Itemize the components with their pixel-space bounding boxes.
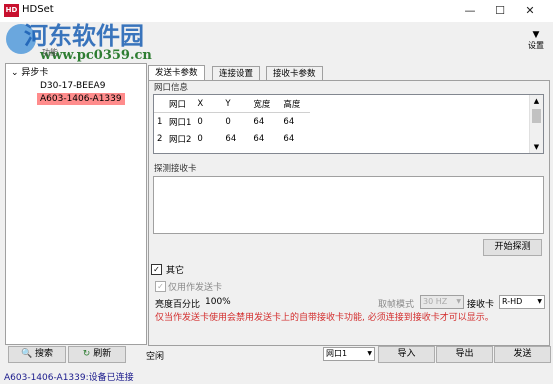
status-idle: 空闲 [146,352,165,362]
watermark-text: 河东软件园 [24,21,144,50]
refresh-button-label: 刷新 [93,349,112,359]
refresh-icon: ↻ [82,349,91,359]
tab-sender-params[interactable]: 发送卡参数 [148,65,205,81]
tab-connection-settings[interactable]: 连接设置 [212,66,261,81]
settings-button[interactable]: ▼ 设置 [522,30,550,51]
column-header: 宽度 [250,95,281,113]
chevron-down-icon: ▼ [367,350,372,357]
column-header: 网口 [166,95,195,113]
settings-label: 设置 [528,41,544,50]
close-button[interactable]: ✕ [515,0,545,22]
row-index: 1 [157,116,163,127]
brightness-value[interactable]: 100% [205,297,231,307]
scan-mode-value: 30 HZ [423,297,448,306]
tree-root[interactable]: ⌄ 异步卡 [11,67,48,79]
app-logo: HD [4,4,19,17]
other-checkbox[interactable]: ✓ [151,264,162,275]
port-select[interactable]: 网口1 ▼ [323,347,375,361]
only-send-checkbox[interactable]: ✓ [155,281,166,292]
warning-note: 仅当作发送卡使用会禁用发送卡上的自带接收卡功能, 必须连接到接收卡才可以显示。 [155,313,494,323]
import-button[interactable]: 导入 [378,346,435,363]
table-row[interactable]: 1 网口1 0 0 64 64 [154,113,310,131]
tab-receiver-params[interactable]: 接收卡参数 [266,66,323,81]
receiver-value: R-HD [502,297,523,306]
device-tree[interactable]: ⌄ 异步卡 D30-17-BEEA9 A603-1406-A1339 [5,63,147,345]
port-select-value: 网口1 [326,349,348,358]
scroll-up-icon[interactable]: ▲ [530,95,543,107]
refresh-button[interactable]: ↻ 刷新 [68,346,126,363]
scan-mode-select[interactable]: 30 HZ ▼ [420,295,464,309]
column-header: X [194,95,223,113]
column-header: 高度 [280,95,311,113]
scroll-down-icon[interactable]: ▼ [530,141,543,153]
window-title: HDSet [22,4,54,15]
search-button-label: 搜索 [35,349,54,359]
tree-item-device-1[interactable]: D30-17-BEEA9 [40,80,105,92]
row-index: 2 [157,133,163,144]
brightness-label: 亮度百分比 [155,300,201,310]
network-group-label: 网口信息 [154,83,189,93]
tree-root-label: 异步卡 [21,68,49,78]
table-cell[interactable]: 0 [194,130,222,147]
maximize-button[interactable]: ☐ [485,0,515,22]
send-button[interactable]: 发送 [494,346,551,363]
column-header: Y [222,95,251,113]
search-icon: 🔍 [20,349,33,359]
table-cell[interactable]: 0 [222,113,250,131]
export-button[interactable]: 导出 [436,346,493,363]
chevron-down-icon[interactable]: ⌄ [11,68,19,78]
search-button[interactable]: 🔍 搜索 [8,346,66,363]
only-send-label: 仅用作发送卡 [168,283,223,293]
scan-mode-label: 取帧模式 [378,300,415,310]
minimize-button[interactable]: — [455,0,485,22]
chevron-down-icon: ▼ [456,298,461,305]
other-label: 其它 [166,266,185,276]
table-cell[interactable]: 64 [280,113,310,131]
table-row[interactable]: 2 网口2 0 64 64 64 [154,130,310,147]
table-header-row: 网口 X Y 宽度 高度 [154,95,311,113]
receiver-label: 接收卡 [467,300,495,310]
receiver-select[interactable]: R-HD ▼ [499,295,545,309]
table-cell[interactable]: 网口2 [166,130,194,147]
scroll-thumb[interactable] [532,109,541,123]
network-table[interactable]: 网口 X Y 宽度 高度 1 网口1 0 0 64 64 2 网口2 0 64 … [153,94,544,154]
table-cell[interactable]: 64 [250,130,280,147]
table-cell[interactable]: 64 [250,113,280,131]
chevron-down-icon: ▼ [537,298,542,305]
tree-item-device-2[interactable]: A603-1406-A1339 [37,93,125,105]
detect-group-label: 探测接收卡 [154,164,197,174]
settings-arrow-icon: ▼ [532,30,540,40]
toolbar-function-label: 功能 [42,48,58,57]
table-cell[interactable]: 64 [222,130,250,147]
table-scrollbar[interactable]: ▲ ▼ [529,95,543,153]
table-cell[interactable]: 64 [280,130,310,147]
start-detect-button[interactable]: 开始探测 [483,239,542,256]
table-cell[interactable]: 网口1 [166,113,194,131]
table-cell[interactable]: 0 [194,113,222,131]
connection-status: A603-1406-A1339:设备已连接 [4,373,134,383]
detect-results-box[interactable] [153,176,544,234]
